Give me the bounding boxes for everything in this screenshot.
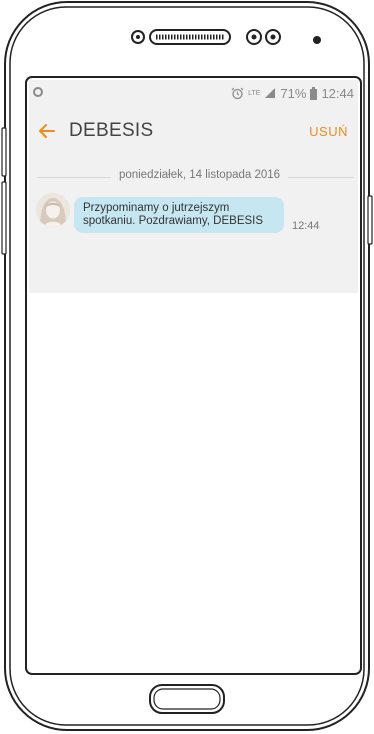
signal-icon [264,87,276,99]
message-time: 12:44 [292,220,320,232]
app-bar: DEBESIS USUŃ [29,106,358,156]
conversation-title: DEBESIS [69,120,154,141]
battery-percent: 71% [280,85,307,101]
date-separator: poniedziałek, 14 listopada 2016 [29,169,358,185]
avatar[interactable] [36,193,70,227]
message-bubble[interactable]: Przypominamy o jutrzejszym spotkaniu. Po… [74,197,284,233]
status-icons: LTE 71% 12:44 [231,84,354,102]
divider [288,177,354,178]
notification-icon [33,87,43,97]
status-time: 12:44 [321,85,354,101]
contact-avatar-icon [36,193,70,227]
phone-screen: LTE 71% 12:44 DEBESIS USUŃ poniedziałek,… [29,80,358,671]
lte-indicator: LTE [248,89,261,97]
date-label: poniedziałek, 14 listopada 2016 [118,169,281,181]
alarm-icon [231,87,244,100]
arrow-left-icon[interactable] [37,121,57,141]
battery-icon [310,86,318,100]
status-bar: LTE 71% 12:44 [29,80,358,106]
delete-button[interactable]: USUŃ [309,124,348,139]
message-thread: poniedziałek, 14 listopada 2016 Przypomi… [29,156,358,293]
divider [37,177,111,178]
